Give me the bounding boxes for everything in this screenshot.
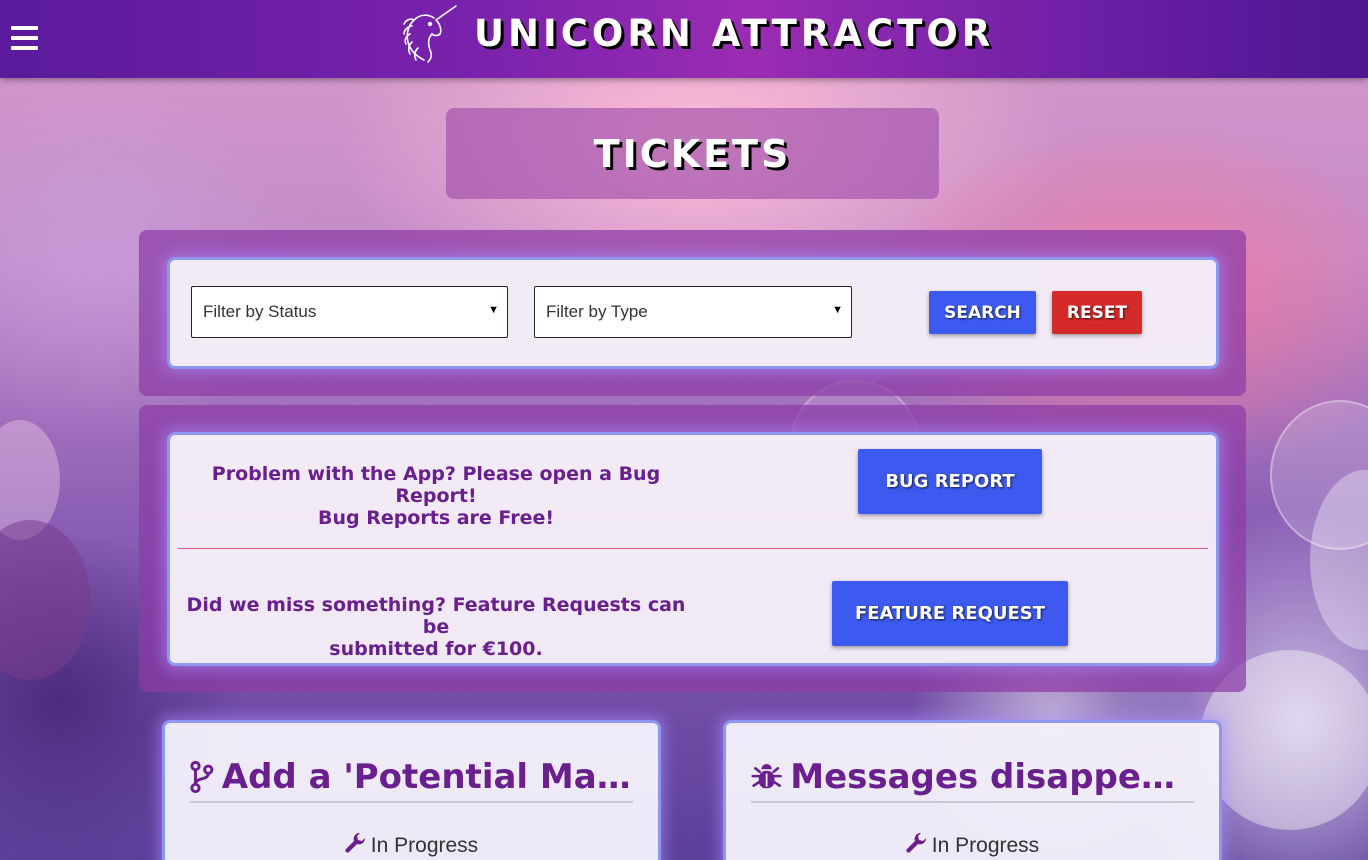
request-card: Problem with the App? Please open a Bug … [167, 432, 1219, 666]
app-header: UNICORN ATTRACTOR [0, 0, 1368, 78]
request-panel: Problem with the App? Please open a Bug … [139, 405, 1246, 692]
ticket-status-label: In Progress [931, 834, 1040, 857]
bug-icon [751, 763, 782, 789]
ticket-status-label: In Progress [370, 834, 479, 857]
ticket-header: Messages disappearin... [751, 753, 1194, 803]
bug-report-prompt-line2: Bug Reports are Free! [317, 507, 555, 529]
bug-report-button[interactable]: BUG REPORT [858, 449, 1042, 514]
app-title: UNICORN ATTRACTOR [474, 11, 995, 55]
divider [178, 548, 1208, 549]
feature-request-prompt-line2: submitted for €100. [329, 638, 543, 660]
ticket-title[interactable]: Add a 'Potential Matc... [222, 757, 633, 797]
bug-report-prompt-line1: Problem with the App? Please open a Bug … [211, 463, 661, 507]
wrench-icon [906, 832, 926, 853]
unicorn-logo-icon [403, 5, 457, 63]
ticket-header: Add a 'Potential Matc... [190, 753, 633, 803]
chevron-down-icon: ▼ [832, 304, 843, 316]
hamburger-menu-icon[interactable] [11, 26, 38, 50]
ticket-status: In Progress [726, 832, 1219, 858]
feature-request-prompt: Did we miss something? Feature Requests … [176, 594, 696, 660]
wrench-icon [345, 832, 365, 853]
bug-report-prompt: Problem with the App? Please open a Bug … [176, 463, 696, 529]
feature-request-button[interactable]: FEATURE REQUEST [832, 581, 1068, 646]
page-title: TICKETS [593, 131, 792, 176]
reset-button[interactable]: RESET [1052, 291, 1142, 334]
page-title-box: TICKETS [446, 108, 939, 199]
search-button[interactable]: SEARCH [929, 291, 1036, 334]
filter-card: Filter by Status ▼ Filter by Type ▼ SEAR… [167, 257, 1219, 369]
status-filter-select[interactable]: Filter by Status ▼ [191, 286, 508, 338]
ticket-title[interactable]: Messages disappearin... [790, 757, 1194, 797]
branch-icon [190, 760, 214, 794]
brand[interactable]: UNICORN ATTRACTOR [398, 2, 994, 64]
type-filter-select[interactable]: Filter by Type ▼ [534, 286, 852, 338]
type-filter-value: Filter by Type [546, 302, 648, 321]
ticket-status: In Progress [165, 832, 658, 858]
feature-request-prompt-line1: Did we miss something? Feature Requests … [186, 594, 686, 638]
status-filter-value: Filter by Status [203, 302, 317, 321]
ticket-card[interactable]: Add a 'Potential Matc... In Progress [162, 720, 661, 860]
chevron-down-icon: ▼ [488, 304, 499, 316]
ticket-card[interactable]: Messages disappearin... In Progress [723, 720, 1222, 860]
filter-panel: Filter by Status ▼ Filter by Type ▼ SEAR… [139, 230, 1246, 396]
